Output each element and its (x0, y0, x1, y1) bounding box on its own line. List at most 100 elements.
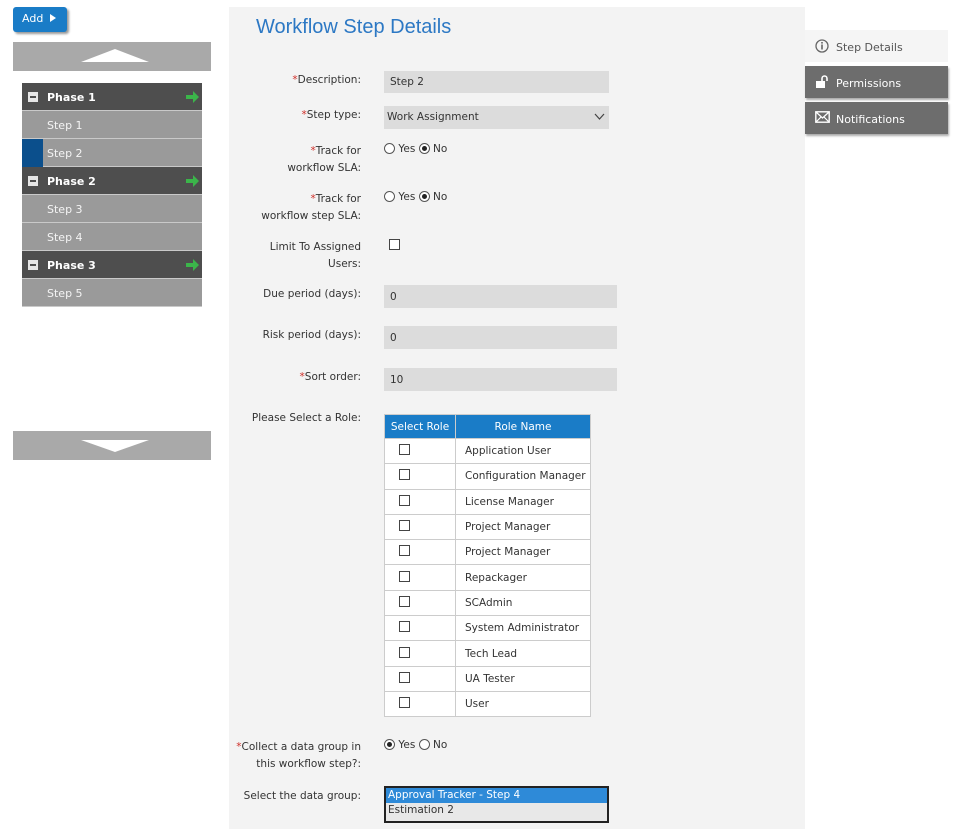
role-name-cell: Application User (455, 437, 591, 465)
collect-group-no-radio[interactable] (418, 739, 430, 750)
role-checkbox[interactable] (399, 469, 410, 481)
risk-period-label: Risk period (days): (262, 329, 361, 341)
step-type-select[interactable]: Work Assignment (384, 106, 609, 129)
listbox-option[interactable]: Approval Tracker - Step 4 (386, 788, 607, 803)
table-row: SCAdmin (384, 589, 591, 617)
tab-permissions[interactable]: Permissions (805, 66, 948, 98)
add-button[interactable]: Add (13, 7, 67, 32)
page-title: Workflow Step Details (256, 16, 452, 38)
track-sla-radio-group: Yes No (384, 143, 447, 155)
table-row: UA Tester (384, 665, 591, 692)
limit-assigned-checkbox[interactable] (389, 239, 400, 250)
tree-row-label: Phase 3 (47, 259, 96, 272)
tree-row-label: Step 4 (47, 231, 83, 244)
role-name-cell: System Administrator (455, 615, 591, 642)
description-label: *Description: (292, 74, 361, 86)
table-row: Repackager (384, 564, 591, 591)
role-checkbox[interactable] (399, 621, 410, 633)
tree-phase-3[interactable]: Phase 3 (22, 251, 202, 279)
tree-row-label: Step 5 (47, 287, 83, 300)
tree-phase-2[interactable]: Phase 2 (22, 167, 202, 195)
track-step-sla-label: *Track for workflow step SLA: (261, 193, 361, 222)
radio-label: No (432, 739, 448, 751)
role-checkbox[interactable] (399, 646, 410, 658)
radio-label: No (432, 143, 448, 155)
radio-label: No (432, 191, 448, 203)
unlock-icon (816, 75, 828, 88)
table-row: User (384, 690, 591, 718)
role-name-cell: Project Manager (455, 539, 591, 566)
tree-phase-1[interactable]: Phase 1 (22, 83, 202, 111)
track-sla-no-radio[interactable] (418, 143, 430, 154)
role-checkbox[interactable] (399, 545, 410, 557)
collapse-icon[interactable] (28, 260, 38, 270)
collapse-icon[interactable] (28, 92, 38, 102)
risk-period-input[interactable]: 0 (384, 326, 617, 349)
radio-label: Yes (398, 191, 416, 203)
collapse-icon[interactable] (28, 176, 38, 186)
tree-row-label: Step 3 (47, 203, 83, 216)
tree-row-label: Phase 2 (47, 175, 96, 188)
tree-row-label: Phase 1 (47, 91, 96, 104)
tab-notifications[interactable]: Notifications (805, 102, 948, 134)
role-name-cell: License Manager (455, 488, 591, 515)
data-group-listbox[interactable]: Approval Tracker - Step 4 Estimation 2 (384, 786, 609, 823)
chevron-down-icon (594, 113, 605, 120)
table-row: Tech Lead (384, 640, 591, 667)
role-name-header: Role Name (455, 414, 591, 439)
track-sla-yes-radio[interactable] (384, 143, 395, 154)
description-input[interactable]: Step 2 (384, 71, 609, 93)
role-checkbox[interactable] (399, 520, 410, 532)
sort-order-input[interactable]: 10 (384, 368, 617, 391)
info-icon (815, 39, 829, 53)
data-group-label: Select the data group: (243, 790, 361, 802)
tree-step-5[interactable]: Step 5 (22, 279, 202, 307)
due-period-input[interactable]: 0 (384, 285, 617, 308)
arrow-down-icon (81, 440, 149, 452)
tree-step-2[interactable]: Step 2 (22, 139, 202, 167)
track-step-sla-radio-group: Yes No (384, 191, 447, 203)
collect-group-radio-group: Yes No (384, 739, 447, 751)
role-name-cell: UA Tester (455, 665, 591, 692)
collect-group-yes-radio[interactable] (384, 739, 395, 750)
due-period-label: Due period (days): (263, 288, 361, 300)
role-checkbox[interactable] (399, 444, 410, 456)
selected-indicator (22, 139, 43, 167)
select-role-header: Select Role (384, 414, 456, 439)
collect-group-label: *Collect a data group in this workflow s… (236, 741, 361, 770)
tree-step-3[interactable]: Step 3 (22, 195, 202, 223)
arrow-right-icon[interactable] (186, 91, 199, 103)
tab-step-details[interactable]: Step Details (805, 30, 948, 62)
table-row: License Manager (384, 488, 591, 515)
role-checkbox[interactable] (399, 595, 410, 607)
limit-assigned-label: Limit To Assigned Users: (269, 241, 361, 270)
tab-label: Step Details (836, 41, 903, 54)
track-sla-label: *Track for workflow SLA: (287, 145, 361, 174)
role-name-cell: SCAdmin (455, 589, 591, 617)
add-button-label: Add (22, 12, 44, 25)
listbox-option[interactable]: Estimation 2 (386, 803, 607, 818)
arrow-right-icon[interactable] (186, 259, 199, 271)
table-row: Project Manager (384, 513, 591, 541)
sort-order-label: *Sort order: (299, 371, 361, 383)
role-name-cell: Repackager (455, 564, 591, 591)
tree-step-4[interactable]: Step 4 (22, 223, 202, 251)
step-type-label: *Step type: (301, 109, 362, 121)
role-checkbox[interactable] (399, 671, 410, 683)
play-icon (50, 14, 57, 22)
role-checkbox[interactable] (399, 697, 410, 709)
role-table: Select Role Role Name Application User C… (384, 414, 591, 718)
tree-step-1[interactable]: Step 1 (22, 111, 202, 139)
track-step-sla-no-radio[interactable] (418, 191, 430, 202)
role-checkbox[interactable] (399, 570, 410, 582)
table-row: Application User (384, 437, 591, 465)
tab-label: Notifications (836, 113, 905, 126)
role-name-cell: Project Manager (455, 513, 591, 541)
arrow-right-icon[interactable] (186, 175, 199, 187)
scroll-down-button[interactable] (13, 431, 211, 460)
envelope-icon (815, 111, 830, 123)
role-checkbox[interactable] (399, 494, 410, 506)
track-step-sla-yes-radio[interactable] (384, 191, 395, 202)
tree-row-label: Step 1 (47, 119, 83, 132)
scroll-up-button[interactable] (13, 42, 211, 71)
